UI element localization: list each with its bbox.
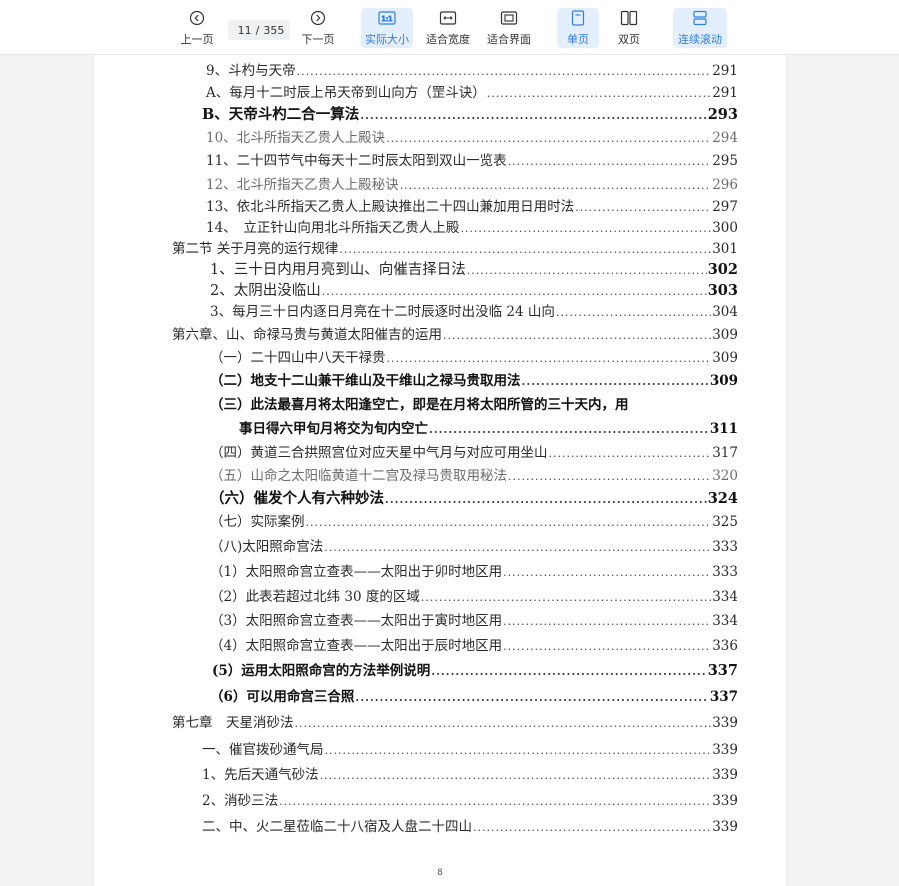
fit-width-icon — [439, 8, 457, 28]
fit-page-label: 适合界面 — [487, 33, 531, 46]
chevron-right-circle-icon — [310, 8, 326, 28]
page-number-field[interactable]: 11 / 355 — [228, 20, 290, 40]
toc-entry: 第六章、山、命禄马贵与黄道太阳催吉的运用309 — [172, 324, 738, 346]
fit-width-label: 适合宽度 — [426, 33, 470, 46]
table-of-contents: 9、斗杓与天帝291 A、每月十二时辰上吊天帝到山向方（罡斗诀）291 B、天帝… — [94, 54, 786, 886]
actual-size-button[interactable]: 1:1 实际大小 — [361, 8, 413, 48]
toc-entry: 第七章 天星消砂法339 — [172, 712, 738, 734]
document-page: 9、斗杓与天帝291 A、每月十二时辰上吊天帝到山向方（罡斗诀）291 B、天帝… — [94, 54, 786, 886]
prev-page-button[interactable]: 上一页 — [176, 8, 218, 48]
toc-entry: 12、北斗所指天乙贵人上殿秘诀296 — [206, 174, 738, 196]
fit-page-icon — [500, 8, 518, 28]
next-page-button[interactable]: 下一页 — [297, 8, 339, 48]
toc-entry: （五）山命之太阳临黄道十二宫及禄马贵取用秘法320 — [210, 465, 738, 487]
double-page-label: 双页 — [618, 33, 640, 46]
current-page-input[interactable]: 11 — [234, 24, 252, 37]
toc-entry: B、天帝斗杓二合一算法293 — [202, 104, 738, 126]
toc-entry: （七）实际案例325 — [210, 511, 738, 533]
continuous-scroll-button[interactable]: 连续滚动 — [673, 8, 727, 48]
prev-page-label: 上一页 — [180, 33, 214, 46]
next-page-label: 下一页 — [301, 33, 335, 46]
toc-entry: 13、依北斗所指天乙贵人上殿诀推出二十四山兼加用日用时法297 — [206, 196, 738, 218]
toc-entry: 10、北斗所指天乙贵人上殿诀294 — [206, 127, 738, 149]
toc-entry: 3、每月三十日内逐日月亮在十二时辰逐时出没临 24 山向304 — [210, 301, 738, 323]
toc-entry: （四）黄道三合拱照宫位对应天星中气月与对应可用坐山317 — [210, 442, 738, 464]
toc-entry: （3）太阳照命宫立查表——太阳出于寅时地区用334 — [210, 610, 738, 632]
toc-entry: 9、斗杓与天帝291 — [206, 60, 738, 82]
double-page-icon — [620, 8, 638, 28]
toc-entry: 2、消砂三法339 — [202, 790, 738, 812]
toc-entry: （4）太阳照命宫立查表——太阳出于辰时地区用336 — [210, 635, 738, 657]
single-page-icon — [571, 8, 585, 28]
viewer-toolbar: 上一页 11 / 355 下一页 1:1 实际大小 适合宽度 适合界面 单页 双… — [0, 0, 899, 55]
toc-entry: （6）可以用命宫三合照337 — [210, 686, 738, 708]
toc-entry: (5）运用太阳照命宫的方法举例说明337 — [212, 660, 738, 682]
page-separator: / — [255, 23, 260, 37]
toc-entry: 第二节 关于月亮的运行规律301 — [172, 238, 738, 260]
single-page-button[interactable]: 单页 — [557, 8, 599, 48]
toc-entry: 事日得六甲旬月将交为旬内空亡311 — [239, 418, 738, 440]
toc-entry: （八)太阳照命宫法333 — [210, 536, 738, 558]
single-page-label: 单页 — [567, 33, 589, 46]
toc-entry: 1、先后天通气砂法339 — [202, 764, 738, 786]
total-pages: 355 — [263, 23, 285, 37]
continuous-scroll-label: 连续滚动 — [678, 33, 722, 46]
toc-entry: 14、 立正针山向用北斗所指天乙贵人上殿300 — [206, 217, 738, 239]
toc-entry: A、每月十二时辰上吊天帝到山向方（罡斗诀）291 — [206, 82, 738, 104]
toc-entry: （三）此法最喜月将太阳逢空亡，即是在月将太阳所管的三十天内，用 — [210, 397, 629, 413]
fit-page-button[interactable]: 适合界面 — [484, 8, 534, 48]
toc-entry: 11、二十四节气中每天十二时辰太阳到双山一览表295 — [206, 150, 738, 172]
chevron-left-circle-icon — [189, 8, 205, 28]
fit-width-button[interactable]: 适合宽度 — [423, 8, 473, 48]
actual-size-icon: 1:1 — [378, 8, 396, 28]
toc-entry: （2）此表若超过北纬 30 度的区域334 — [210, 586, 738, 608]
double-page-button[interactable]: 双页 — [608, 8, 650, 48]
toc-entry: （六）催发个人有六种妙法324 — [210, 488, 738, 510]
toc-entry: 1、三十日内用月亮到山、向催吉择日法302 — [210, 259, 738, 281]
continuous-scroll-icon — [692, 8, 708, 28]
toc-entry: （一）二十四山中八天干禄贵309 — [210, 347, 738, 369]
toc-entry: （二）地支十二山兼干维山及干维山之禄马贵取用法309 — [210, 370, 738, 392]
svg-text:1:1: 1:1 — [381, 15, 392, 23]
toc-entry: 一、催官拨砂通气局339 — [202, 739, 738, 761]
toc-entry: 二、中、火二星莅临二十八宿及人盘二十四山339 — [202, 816, 738, 838]
toc-entry: （1）太阳照命宫立查表——太阳出于卯时地区用333 — [210, 561, 738, 583]
actual-size-label: 实际大小 — [365, 33, 409, 46]
toc-entry: 2、太阴出没临山303 — [210, 280, 738, 302]
page-footer-number: 8 — [437, 868, 443, 878]
